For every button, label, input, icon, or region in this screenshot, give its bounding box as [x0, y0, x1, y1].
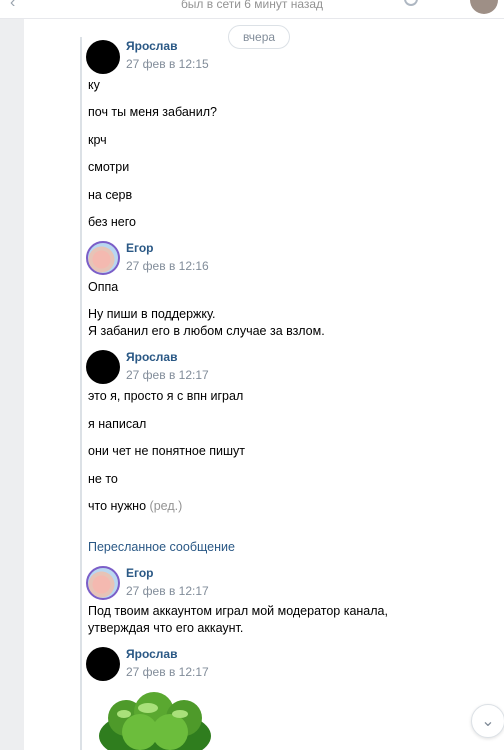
message-text: не то [88, 472, 118, 486]
message-text: Оппа [88, 280, 119, 294]
avatar[interactable] [470, 0, 498, 14]
scroll-down-button[interactable]: ⌄ [471, 704, 504, 738]
chevron-down-icon: ⌄ [481, 713, 495, 730]
message-time[interactable]: 27 фев в 12:17 [126, 584, 209, 598]
avatar[interactable] [86, 350, 120, 384]
avatar[interactable] [86, 40, 120, 74]
message-text: это я, просто я с впн играл [88, 389, 244, 403]
message-text-content: что нужно [88, 499, 147, 513]
chat-header: ‹ был в сети 6 минут назад [0, 0, 504, 19]
message-time[interactable]: 27 фев в 12:17 [126, 368, 209, 382]
message-text: Ну пиши в поддержку. Я забанил его в люб… [88, 307, 325, 338]
message-time[interactable]: 27 фев в 12:15 [126, 57, 209, 71]
author-name[interactable]: Ярослав [126, 350, 177, 364]
message-text: крч [88, 133, 107, 147]
message-text: Под твоим аккаунтом играл мой модератор … [88, 604, 388, 635]
message-history [24, 19, 504, 750]
forwarded-message-label[interactable]: Пересланное сообщение [88, 540, 235, 554]
message-time[interactable]: 27 фев в 12:16 [126, 259, 209, 273]
message-text: на серв [88, 188, 133, 202]
message-text: без него [88, 215, 136, 229]
message-text: я написал [88, 417, 147, 431]
forward-line [80, 37, 82, 750]
message-text: ку [88, 78, 100, 92]
avatar[interactable] [86, 566, 120, 600]
sticker-image [99, 692, 211, 750]
date-separator: вчера [228, 25, 290, 49]
author-name[interactable]: Ярослав [126, 39, 177, 53]
message-text: поч ты меня забанил? [88, 105, 217, 119]
message-time[interactable]: 27 фев в 12:17 [126, 665, 209, 679]
author-name[interactable]: Ярослав [126, 647, 177, 661]
avatar[interactable] [86, 241, 120, 275]
message-text: смотри [88, 160, 130, 174]
author-name[interactable]: Егор [126, 566, 154, 580]
online-status: был в сети 6 минут назад [180, 0, 324, 11]
avatar[interactable] [86, 647, 120, 681]
message-text: что нужно (ред.) [88, 498, 182, 515]
edited-mark: (ред.) [149, 499, 183, 513]
author-name[interactable]: Егор [126, 241, 154, 255]
message-text: они чет не понятное пишут [88, 444, 246, 458]
